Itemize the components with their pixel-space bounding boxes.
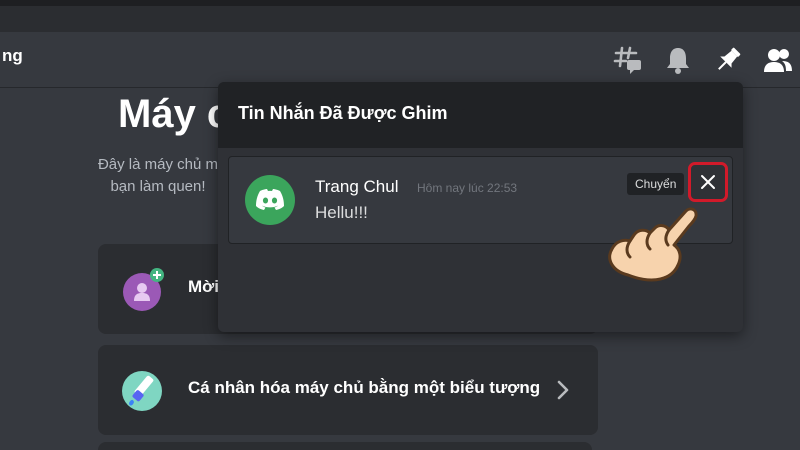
channel-name: ng <box>2 46 23 65</box>
welcome-description-line-2: bạn làm quen! <box>110 178 206 195</box>
pin-icon[interactable] <box>712 44 744 76</box>
pointing-hand-icon <box>608 207 698 282</box>
discord-logo-icon <box>256 189 284 210</box>
jump-to-message-button[interactable]: Chuyển <box>627 173 685 195</box>
bell-icon[interactable] <box>662 44 694 76</box>
customize-server-icon-label: Cá nhân hóa máy chủ bằng một biểu tượng <box>188 378 541 397</box>
message-author[interactable]: Trang Chul <box>315 177 398 197</box>
members-icon[interactable] <box>762 44 794 76</box>
pinned-messages-title: Tin Nhắn Đã Được Ghim <box>238 103 448 123</box>
threads-icon[interactable] <box>612 44 644 76</box>
close-icon <box>701 175 715 189</box>
chevron-right-icon <box>557 380 569 400</box>
message-timestamp: Hôm nay lúc 22:53 <box>417 181 518 195</box>
pinned-messages-header: Tin Nhắn Đã Được Ghim <box>218 82 743 148</box>
app-top-strip <box>0 6 800 32</box>
welcome-description-line-1: Đây là máy chủ m <box>97 156 219 173</box>
customize-server-icon-card[interactable]: Cá nhân hóa máy chủ bằng một biểu tượng <box>98 345 598 435</box>
welcome-description: Đây là máy chủ m bạn làm quen! <box>96 154 220 198</box>
message-content: Hellu!!! <box>315 203 368 222</box>
paintbrush-icon <box>122 371 162 411</box>
unpin-button[interactable] <box>688 162 728 202</box>
invite-friends-label: Mời <box>188 277 219 296</box>
channel-header: ng <box>0 32 800 88</box>
invite-friends-icon <box>123 268 164 311</box>
avatar[interactable] <box>245 175 295 225</box>
next-card-edge <box>98 442 592 450</box>
welcome-title: Máy c <box>118 92 230 136</box>
